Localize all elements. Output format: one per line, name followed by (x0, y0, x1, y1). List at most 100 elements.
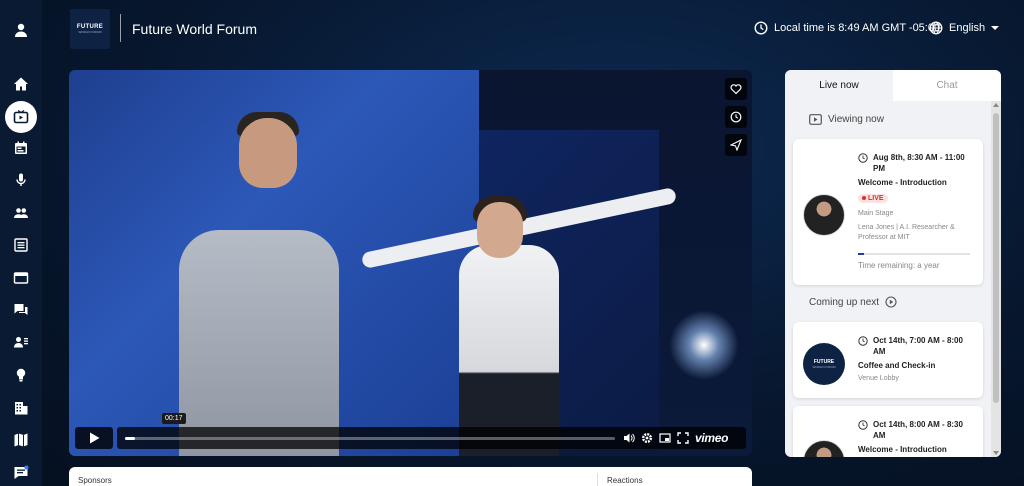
video-progress-fill (125, 436, 135, 440)
contact-icon (14, 337, 28, 348)
sidebar-item-messages[interactable] (5, 457, 37, 486)
list-icon (14, 238, 28, 252)
upcoming-session-card[interactable]: Oct 14th, 8:00 AM - 8:30 AM Welcome - In… (793, 406, 983, 457)
scroll-down-arrow-icon[interactable] (993, 451, 999, 455)
building-icon (15, 402, 28, 415)
microphone-icon (16, 173, 26, 186)
session-title: Welcome - Introduction (858, 445, 947, 454)
send-icon (730, 139, 742, 151)
page-title: Future World Forum (132, 21, 257, 37)
calendar-icon (15, 141, 27, 154)
reactions-heading: Reactions (607, 476, 643, 485)
globe-icon (929, 21, 943, 35)
map-icon (14, 433, 28, 447)
session-title: Coffee and Check-in (858, 361, 936, 370)
session-time: Aug 8th, 8:30 AM - 11:00 PM (858, 152, 976, 174)
session-location: Venue Lobby (858, 375, 899, 382)
video-player[interactable]: 00:17 vimeo (69, 70, 752, 456)
vimeo-logo[interactable]: vimeo (695, 431, 728, 445)
logo-subtext: WORLD FORUM (78, 30, 102, 34)
tab-chat[interactable]: Chat (893, 70, 1001, 101)
settings-icon[interactable] (641, 432, 653, 444)
sidebar-item-speakers[interactable] (5, 164, 37, 196)
chevron-down-icon (991, 26, 1000, 30)
presenter-man-head (239, 118, 297, 188)
local-time-display: Local time is 8:49 AM GMT -05:00 (754, 21, 940, 35)
bottom-panel: Sponsors Reactions (69, 467, 752, 486)
session-avatar: FUTURE WORLD FORUM (803, 343, 845, 385)
profile-button[interactable] (5, 14, 37, 46)
speaker-avatar (803, 194, 845, 236)
scroll-up-arrow-icon[interactable] (993, 103, 999, 107)
live-badge-text: LIVE (868, 194, 884, 202)
picture-in-picture-icon[interactable] (659, 432, 671, 444)
left-sidebar (0, 0, 42, 486)
people-icon (14, 208, 28, 218)
sidebar-item-attendees[interactable] (5, 197, 37, 229)
tab-live-now[interactable]: Live now (785, 70, 893, 101)
sponsors-heading: Sponsors (78, 476, 112, 485)
lightbulb-icon (16, 368, 26, 382)
tv-icon (809, 114, 822, 125)
current-time: 00:17 (162, 413, 186, 424)
coming-up-heading: Coming up next (809, 296, 897, 308)
presenter-woman-head (477, 202, 523, 258)
upcoming-session-card[interactable]: FUTURE WORLD FORUM Oct 14th, 7:00 AM - 8… (793, 322, 983, 398)
user-icon (15, 23, 27, 37)
like-button[interactable] (725, 78, 747, 100)
speaker-avatar (803, 440, 845, 457)
scroll-thumb[interactable] (993, 113, 999, 403)
sidebar-item-exhibitors[interactable] (5, 392, 37, 424)
panel-scrollbar[interactable] (991, 101, 1001, 457)
session-time-text: Oct 14th, 7:00 AM - 8:00 AM (873, 336, 963, 356)
sidebar-item-sessions[interactable] (5, 262, 37, 294)
tv-icon (13, 110, 29, 124)
upcoming-session-info: Oct 14th, 8:00 AM - 8:30 AM Welcome - In… (858, 419, 976, 454)
live-badge: LIVE (858, 193, 888, 203)
clock-icon (858, 420, 868, 430)
session-location: Main Stage (858, 210, 894, 217)
fullscreen-icon[interactable] (677, 432, 689, 444)
live-dot-icon (862, 196, 866, 200)
sidebar-item-agenda[interactable] (5, 132, 37, 164)
heart-icon (730, 84, 742, 95)
sidebar-item-chat[interactable] (5, 294, 37, 326)
volume-icon[interactable] (623, 432, 635, 444)
viewing-now-heading: Viewing now (809, 114, 884, 125)
play-circle-icon (885, 296, 897, 308)
sidebar-item-documents[interactable] (5, 229, 37, 261)
sidebar-item-networking[interactable] (5, 326, 37, 358)
video-side-actions (725, 78, 747, 156)
sidebar-item-live[interactable] (5, 101, 37, 133)
language-selector[interactable]: English (929, 21, 1000, 35)
watch-later-button[interactable] (725, 106, 747, 128)
session-speaker: Lena Jones | A.I. Researcher & Professor… (858, 224, 955, 241)
video-progress-bar[interactable] (125, 436, 615, 440)
live-session-info: Aug 8th, 8:30 AM - 11:00 PM Welcome - In… (858, 152, 976, 270)
play-icon (89, 432, 99, 444)
stage-light (669, 310, 739, 380)
header-divider (120, 14, 121, 42)
message-icon (14, 465, 29, 479)
play-button[interactable] (75, 427, 113, 449)
session-time: Oct 14th, 7:00 AM - 8:00 AM (858, 335, 976, 357)
session-progress-bar (858, 253, 970, 255)
sidebar-item-ideas[interactable] (5, 359, 37, 391)
event-logo[interactable]: FUTURE WORLD FORUM (70, 9, 110, 49)
session-title: Welcome - Introduction (858, 178, 947, 187)
session-list[interactable]: Viewing now Aug 8th, 8:30 AM - 11:00 PM … (785, 101, 991, 457)
sidebar-item-map[interactable] (5, 424, 37, 456)
clock-icon (858, 153, 868, 163)
live-session-card[interactable]: Aug 8th, 8:30 AM - 11:00 PM Welcome - In… (793, 139, 983, 285)
session-time: Oct 14th, 8:00 AM - 8:30 AM (858, 419, 976, 441)
video-controls: 00:17 vimeo (75, 413, 746, 450)
session-panel: Live now Chat Viewing now Aug 8th, 8:30 … (785, 70, 1001, 457)
sidebar-item-home[interactable] (5, 68, 37, 100)
panel-tabs: Live now Chat (785, 70, 1001, 101)
share-button[interactable] (725, 134, 747, 156)
home-icon (14, 77, 28, 91)
viewing-now-label: Viewing now (828, 114, 884, 125)
presenter-woman (459, 245, 559, 456)
top-header: FUTURE WORLD FORUM Future World Forum Lo… (42, 0, 1024, 58)
presenter-man (179, 230, 339, 456)
